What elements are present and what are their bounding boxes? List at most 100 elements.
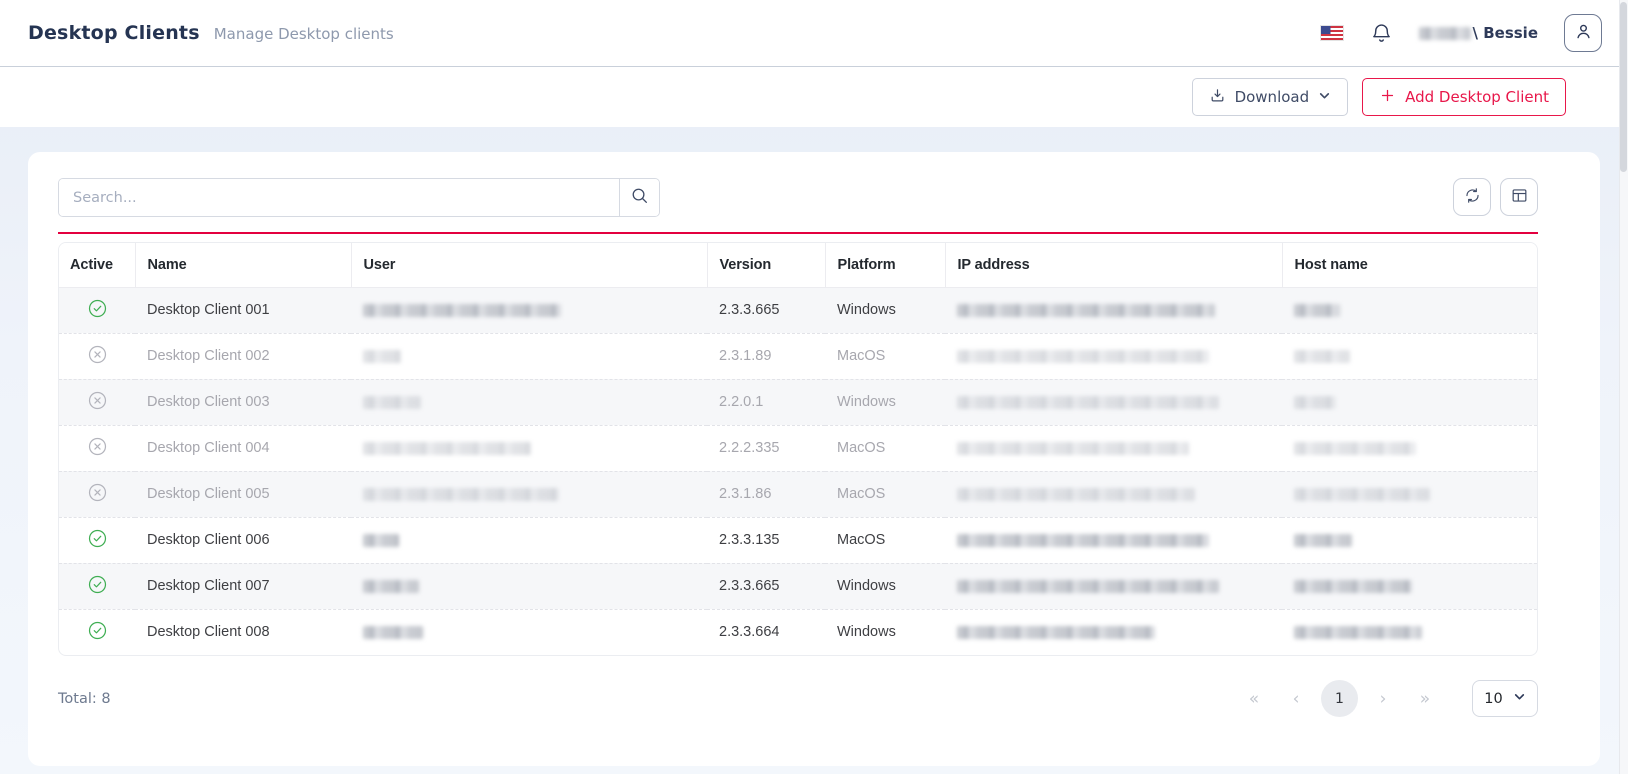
current-page-button[interactable]: 1	[1321, 680, 1358, 717]
table-row[interactable]: Desktop Client 002 2.3.1.89 MacOS	[59, 333, 1537, 379]
client-ip-redacted	[957, 534, 1209, 547]
active-status-icon	[88, 621, 107, 644]
table-row[interactable]: Desktop Client 003 2.2.0.1 Windows	[59, 379, 1537, 425]
client-name: Desktop Client 006	[135, 517, 351, 563]
column-settings-button[interactable]	[1500, 178, 1538, 216]
active-status-icon	[88, 483, 107, 506]
client-version: 2.3.3.135	[707, 517, 825, 563]
client-user-redacted	[363, 534, 399, 547]
search-input[interactable]	[59, 179, 619, 216]
client-ip-redacted	[957, 350, 1209, 363]
refresh-button[interactable]	[1453, 178, 1491, 216]
column-header-host[interactable]: Host name	[1282, 243, 1537, 287]
table-row[interactable]: Desktop Client 004 2.2.2.335 MacOS	[59, 425, 1537, 471]
scrollbar[interactable]	[1619, 0, 1628, 774]
client-name: Desktop Client 004	[135, 425, 351, 471]
column-header-ip[interactable]: IP address	[945, 243, 1282, 287]
active-status-icon	[88, 345, 107, 368]
active-status-icon	[88, 575, 107, 598]
client-name: Desktop Client 003	[135, 379, 351, 425]
page-size-value: 10	[1484, 691, 1502, 707]
plus-icon	[1379, 87, 1396, 108]
chevron-down-icon	[1513, 690, 1526, 707]
download-icon	[1209, 87, 1226, 108]
download-button[interactable]: Download	[1192, 78, 1349, 116]
client-user-redacted	[363, 580, 419, 593]
client-name: Desktop Client 005	[135, 471, 351, 517]
client-platform: MacOS	[825, 333, 945, 379]
search-button[interactable]	[619, 179, 659, 216]
accent-divider	[58, 232, 1538, 234]
scrollbar-thumb[interactable]	[1620, 2, 1627, 172]
table-row[interactable]: Desktop Client 006 2.3.3.135 MacOS	[59, 517, 1537, 563]
total-count: Total: 8	[58, 691, 111, 707]
client-version: 2.2.0.1	[707, 379, 825, 425]
person-icon	[1573, 21, 1594, 45]
client-host-redacted	[1294, 396, 1336, 409]
client-host-redacted	[1294, 304, 1340, 317]
client-user-redacted	[363, 442, 531, 455]
user-profile-button[interactable]	[1564, 14, 1602, 52]
client-version: 2.3.3.665	[707, 287, 825, 333]
action-toolbar: Download Add Desktop Client	[0, 67, 1628, 127]
table-row[interactable]: Desktop Client 001 2.3.3.665 Windows	[59, 287, 1537, 333]
client-user-redacted	[363, 396, 421, 409]
clients-table: Active Name User Version Platform IP add…	[58, 242, 1538, 656]
refresh-icon	[1463, 186, 1482, 208]
client-platform: MacOS	[825, 517, 945, 563]
client-platform: Windows	[825, 287, 945, 333]
header-bar: Desktop Clients Manage Desktop clients \…	[0, 0, 1628, 67]
client-host-redacted	[1294, 488, 1430, 501]
client-host-redacted	[1294, 580, 1412, 593]
table-row[interactable]: Desktop Client 005 2.3.1.86 MacOS	[59, 471, 1537, 517]
first-page-button[interactable]: «	[1237, 682, 1271, 716]
client-user-redacted	[363, 626, 423, 639]
table-header-row: Active Name User Version Platform IP add…	[59, 243, 1537, 287]
client-name: Desktop Client 007	[135, 563, 351, 609]
active-status-icon	[88, 437, 107, 460]
notifications-bell-icon[interactable]	[1370, 22, 1393, 45]
column-header-version[interactable]: Version	[707, 243, 825, 287]
column-header-active[interactable]: Active	[59, 243, 135, 287]
column-header-platform[interactable]: Platform	[825, 243, 945, 287]
clients-panel: Active Name User Version Platform IP add…	[28, 152, 1600, 766]
client-platform: MacOS	[825, 425, 945, 471]
table-body: Desktop Client 001 2.3.3.665 Windows	[59, 287, 1537, 655]
client-user-redacted	[363, 488, 559, 501]
page-size-select[interactable]: 10	[1472, 680, 1538, 717]
client-ip-redacted	[957, 396, 1219, 409]
client-ip-redacted	[957, 580, 1219, 593]
previous-page-button[interactable]: ‹	[1279, 682, 1313, 716]
client-host-redacted	[1294, 350, 1350, 363]
logged-in-user: \ Bessie	[1419, 24, 1538, 42]
column-header-user[interactable]: User	[351, 243, 707, 287]
check-circle-icon	[88, 621, 107, 644]
client-ip-redacted	[957, 304, 1215, 317]
page-title: Desktop Clients	[28, 22, 200, 44]
client-version: 2.3.1.89	[707, 333, 825, 379]
table-row[interactable]: Desktop Client 008 2.3.3.664 Windows	[59, 609, 1537, 655]
last-page-button[interactable]: »	[1408, 682, 1442, 716]
language-flag-icon[interactable]	[1320, 25, 1344, 41]
username-text: \ Bessie	[1473, 24, 1538, 42]
client-name: Desktop Client 001	[135, 287, 351, 333]
active-status-icon	[88, 391, 107, 414]
client-ip-redacted	[957, 626, 1155, 639]
x-circle-icon	[88, 391, 107, 414]
search-icon	[630, 186, 649, 209]
client-platform: Windows	[825, 379, 945, 425]
client-version: 2.3.3.664	[707, 609, 825, 655]
next-page-button[interactable]: ›	[1366, 682, 1400, 716]
column-header-name[interactable]: Name	[135, 243, 351, 287]
download-label: Download	[1235, 88, 1310, 106]
add-desktop-client-button[interactable]: Add Desktop Client	[1362, 78, 1566, 116]
table-row[interactable]: Desktop Client 007 2.3.3.665 Windows	[59, 563, 1537, 609]
client-version: 2.3.3.665	[707, 563, 825, 609]
client-user-redacted	[363, 304, 561, 317]
x-circle-icon	[88, 437, 107, 460]
client-host-redacted	[1294, 534, 1352, 547]
x-circle-icon	[88, 483, 107, 506]
client-version: 2.3.1.86	[707, 471, 825, 517]
client-platform: MacOS	[825, 471, 945, 517]
client-ip-redacted	[957, 488, 1195, 501]
